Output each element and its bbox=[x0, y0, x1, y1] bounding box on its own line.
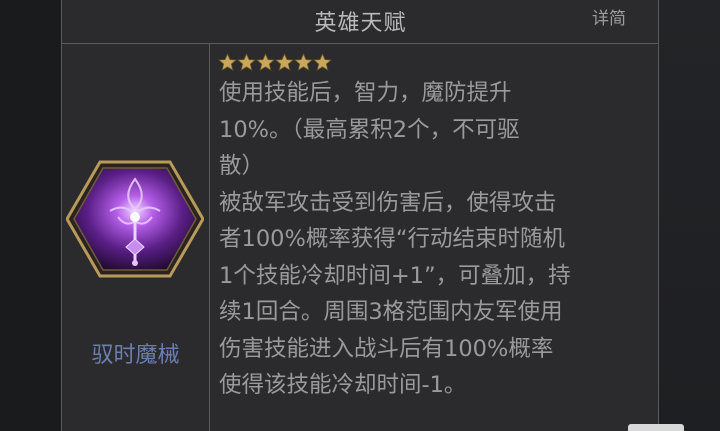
detail-toggle-button[interactable]: 详简 bbox=[592, 4, 626, 29]
panel-border-right bbox=[658, 0, 659, 431]
description-line: 者100%概率获得“行动结束时随机 bbox=[219, 226, 565, 252]
star-icon bbox=[275, 53, 294, 71]
description-line: 伤害技能进入战斗后有100%概率 bbox=[219, 335, 554, 362]
star-icon bbox=[218, 53, 237, 71]
description-line: 续1回合。周围3格范围内友军使用 bbox=[219, 299, 563, 325]
star-icon bbox=[237, 53, 256, 71]
corner-badge bbox=[628, 424, 684, 431]
star-icon bbox=[313, 53, 332, 71]
talent-name: 驭时魔械 bbox=[91, 343, 180, 368]
description-line: 使用技能后，智力，魔防提升 bbox=[219, 80, 512, 106]
background-right bbox=[659, 0, 720, 431]
description-line: 10%。（最高累积2个，不可驱 bbox=[219, 116, 520, 143]
talent-description: 使用技能后，智力，魔防提升 10%。（最高累积2个，不可驱 散） 被敌军攻击受到伤害后… bbox=[219, 75, 651, 404]
star-rating bbox=[218, 53, 332, 75]
description-line: 被敌军攻击受到伤害后，使得攻击 bbox=[219, 189, 557, 216]
talent-emblem-icon[interactable] bbox=[65, 159, 205, 279]
description-line: 1个技能冷却时间+1”，可叠加，持 bbox=[219, 262, 571, 289]
header-divider bbox=[62, 43, 659, 44]
description-line: 使得该技能冷却时间-1。 bbox=[219, 372, 467, 398]
talent-icon-cell: 驭时魔械 bbox=[62, 45, 209, 431]
panel-title: 英雄天赋 bbox=[314, 11, 407, 36]
description-line: 散） bbox=[219, 153, 265, 179]
column-divider bbox=[209, 44, 210, 431]
star-icon bbox=[256, 53, 275, 71]
star-icon bbox=[294, 53, 313, 71]
background-left bbox=[0, 0, 62, 431]
